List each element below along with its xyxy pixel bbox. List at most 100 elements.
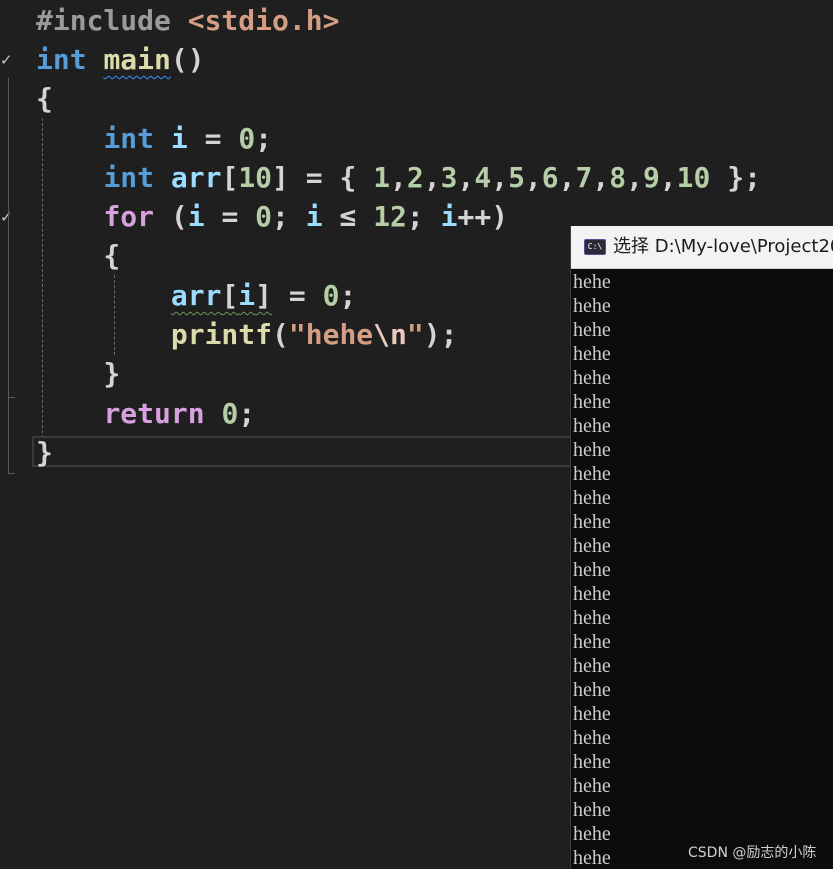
console-output-line: hehe xyxy=(573,559,611,581)
console-title: 选择 D:\My-love\Project202 xyxy=(613,236,833,257)
code-token: = xyxy=(187,122,239,155)
code-line-1[interactable]: #include <stdio.h> xyxy=(36,1,339,40)
code-token: arr xyxy=(170,161,222,194)
code-token: \n xyxy=(373,318,407,351)
code-token: , xyxy=(626,161,643,194)
console-output-line: hehe xyxy=(573,535,611,557)
console-output-line: hehe xyxy=(573,487,611,509)
console-output[interactable]: hehe hehe hehe hehe hehe hehe hehe hehe hehe hehe… xyxy=(573,270,833,869)
code-token: 0 xyxy=(255,200,273,233)
code-token: ] = { xyxy=(272,161,374,194)
console-output-line: hehe xyxy=(573,631,611,653)
code-token: 3 xyxy=(440,161,458,194)
code-line-10[interactable]: } xyxy=(36,354,120,393)
code-token: ; xyxy=(406,200,441,233)
console-output-line: hehe xyxy=(573,511,611,533)
code-token: { xyxy=(36,239,121,272)
console-output-line: hehe xyxy=(573,775,611,797)
watermark: CSDN @励志的小陈 xyxy=(688,845,817,861)
code-token: int xyxy=(103,161,155,194)
code-token: , xyxy=(423,161,441,194)
code-line-5[interactable]: int arr[10] = { 1,2,3,4,5,6,7,8,9,10 }; xyxy=(36,158,761,197)
code-token: 1 xyxy=(373,161,391,194)
code-token: = xyxy=(204,200,256,233)
code-token: ; xyxy=(339,279,357,312)
code-line-4[interactable]: int i = 0; xyxy=(36,119,272,158)
code-token: ( xyxy=(154,200,188,233)
code-line-11[interactable]: return 0; xyxy=(36,394,255,433)
code-token: ; xyxy=(238,397,256,430)
code-token: 9 xyxy=(642,161,660,194)
code-token: i xyxy=(238,279,256,312)
console-output-line: hehe xyxy=(573,439,611,461)
check-icon: ✓ xyxy=(0,51,13,69)
code-token: int xyxy=(36,43,87,76)
code-token: ++) xyxy=(457,200,509,233)
code-token: 0 xyxy=(322,279,340,312)
code-token: } xyxy=(36,436,53,469)
fold-region-for xyxy=(8,232,9,397)
code-token: ; xyxy=(255,122,273,155)
code-line-7[interactable]: { xyxy=(36,236,120,275)
code-token: , xyxy=(558,161,576,194)
code-token: <stdio.h> xyxy=(187,4,340,37)
code-line-3[interactable]: { xyxy=(36,79,53,118)
console-output-line: hehe xyxy=(573,679,611,701)
code-token: 4 xyxy=(474,161,492,194)
code-token: printf xyxy=(170,318,273,351)
code-line-9[interactable]: printf("hehe\n"); xyxy=(36,315,458,354)
code-token: , xyxy=(659,161,677,194)
console-output-line: hehe xyxy=(573,343,611,365)
code-token: 10 xyxy=(238,161,273,194)
code-token: i xyxy=(187,200,205,233)
code-token: [ xyxy=(221,161,239,194)
console-output-line: hehe xyxy=(573,799,611,821)
console-output-line: hehe xyxy=(573,583,611,605)
console-app-icon: C:\ xyxy=(584,239,606,255)
console-output-line: hehe xyxy=(573,319,611,341)
code-token: main xyxy=(103,43,171,76)
console-output-line: hehe xyxy=(573,463,611,485)
code-token: return xyxy=(103,397,205,430)
code-token: 2 xyxy=(406,161,424,194)
console-output-line: hehe xyxy=(573,703,611,725)
code-token: ≤ xyxy=(322,200,374,233)
code-token: 12 xyxy=(373,200,407,233)
console-titlebar[interactable]: C:\ 选择 D:\My-love\Project202 xyxy=(571,226,833,269)
code-token: 10 xyxy=(676,161,711,194)
console-window[interactable]: C:\ 选择 D:\My-love\Project202 hehe hehe heh… xyxy=(570,226,833,869)
console-output-line: hehe xyxy=(573,367,611,389)
code-line-8[interactable]: arr[i] = 0; xyxy=(36,276,356,315)
code-token: i xyxy=(170,122,188,155)
code-line-12[interactable]: } xyxy=(36,433,53,472)
code-line-2[interactable]: int main() xyxy=(36,40,205,79)
code-line-6[interactable]: for (i = 0; i ≤ 12; i++) xyxy=(36,197,508,236)
code-token: 8 xyxy=(609,161,627,194)
console-output-line: hehe xyxy=(573,271,611,293)
code-token: , xyxy=(592,161,610,194)
code-token: , xyxy=(524,161,542,194)
code-token: = xyxy=(272,279,323,312)
console-output-line: hehe xyxy=(573,751,611,773)
fold-end-tick xyxy=(8,473,15,474)
console-output-line: hehe xyxy=(573,727,611,749)
console-output-line: hehe xyxy=(573,655,611,677)
code-token: , xyxy=(390,161,407,194)
code-token: i xyxy=(440,200,458,233)
code-token: ); xyxy=(423,318,458,351)
code-token: 5 xyxy=(508,161,525,194)
code-token: i xyxy=(305,200,323,233)
code-token: [ xyxy=(221,279,239,312)
code-token: arr xyxy=(170,279,222,312)
code-token: 7 xyxy=(575,161,593,194)
